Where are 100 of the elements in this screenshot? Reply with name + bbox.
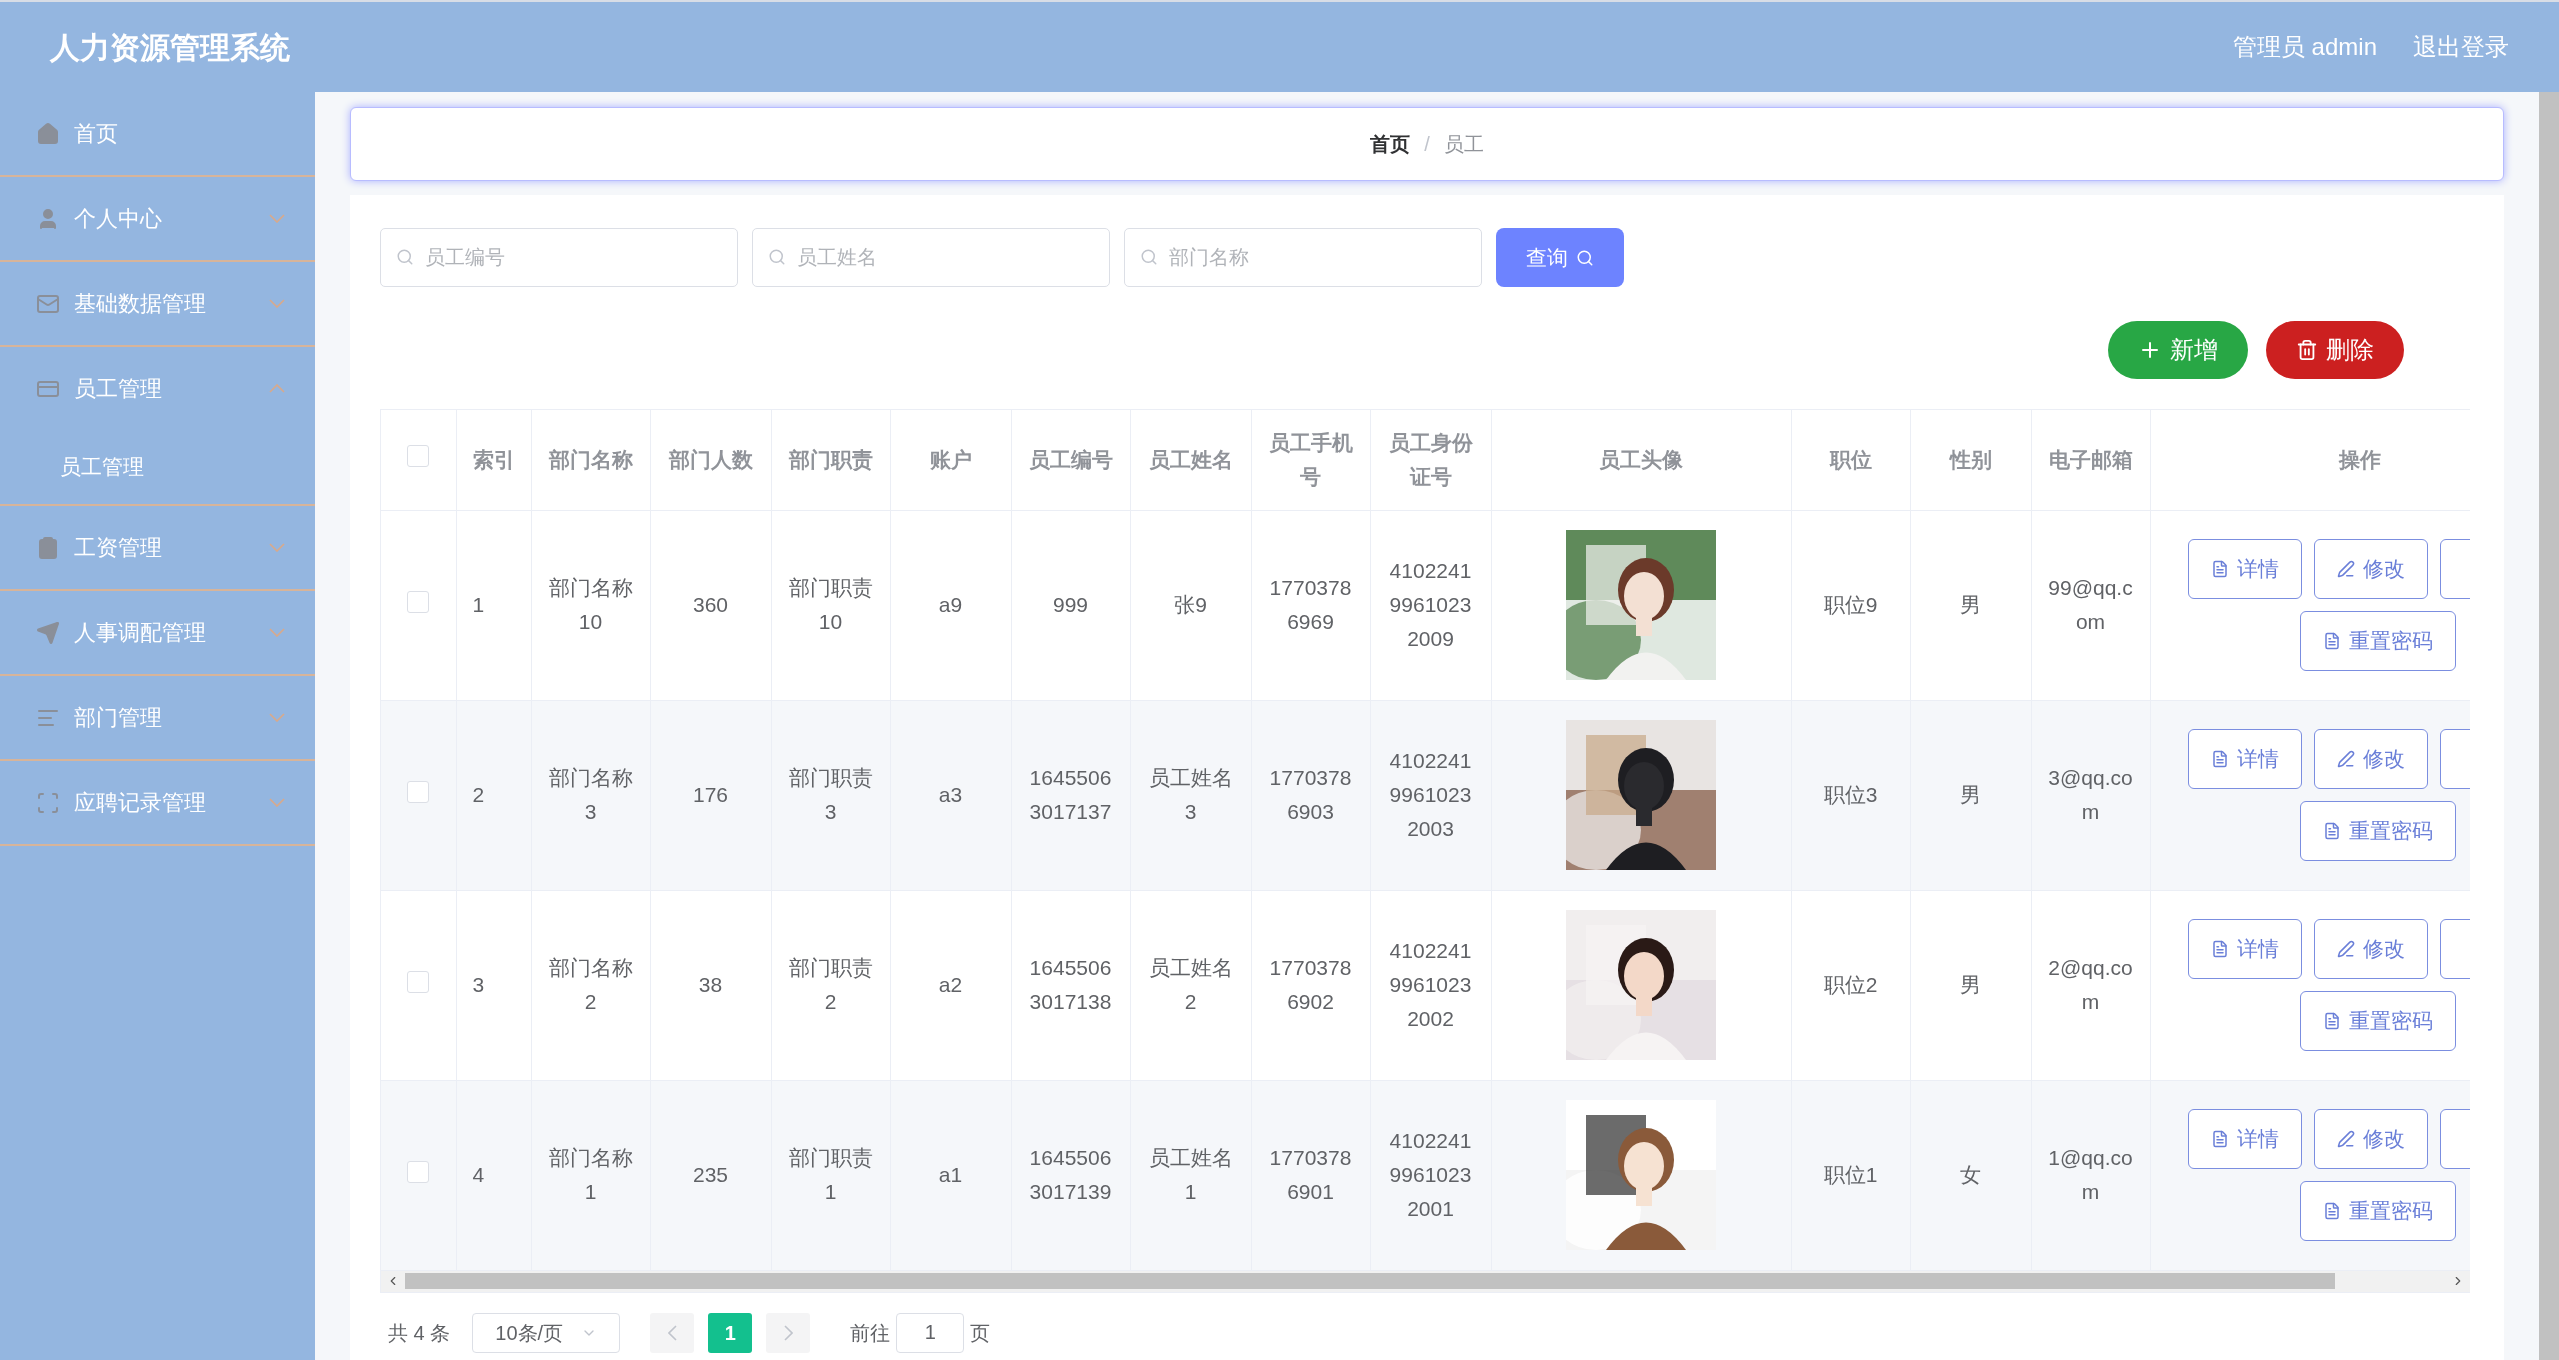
column-header: 账户 — [890, 410, 1011, 510]
table-cell: 999 — [1011, 510, 1130, 700]
action-button[interactable]: 重置密码 — [2299, 611, 2456, 671]
table-cell: a9 — [890, 510, 1011, 700]
pen-icon — [2336, 940, 2355, 958]
table-cell: a2 — [890, 890, 1011, 1080]
horizontal-scrollbar[interactable] — [381, 1270, 2470, 1293]
chevron-up-icon — [269, 384, 285, 393]
table-cell: 17703786903 — [1251, 700, 1370, 890]
action-button[interactable]: 详情 — [2187, 729, 2302, 789]
table-cell: 张9 — [1130, 510, 1251, 700]
table-cell: 2@qq.com — [2031, 890, 2150, 1080]
column-header: 员工手机号 — [1251, 410, 1370, 510]
column-header: 电子邮箱 — [2031, 410, 2150, 510]
action-button[interactable]: 修改 — [2313, 1109, 2428, 1169]
column-header: 员工身份证号 — [1370, 410, 1491, 510]
action-button[interactable]: 重置密码 — [2299, 801, 2456, 861]
menu-icon — [36, 790, 60, 815]
table-cell: 99@qq.com — [2031, 510, 2150, 700]
document-icon — [2210, 560, 2229, 578]
pen-icon — [2336, 1130, 2355, 1148]
query-button[interactable]: 查询 — [1496, 228, 1624, 287]
table-cell: 410224199610232002 — [1370, 890, 1491, 1080]
document-icon — [2210, 940, 2229, 958]
sidebar-item[interactable]: 应聘记录管理 — [0, 761, 315, 844]
search-icon — [1576, 248, 1594, 267]
sidebar-item[interactable]: 部门管理 — [0, 676, 315, 759]
action-button[interactable]: 修改 — [2313, 539, 2428, 599]
table-cell: 男 — [1910, 890, 2031, 1080]
sidebar-item[interactable]: 员工管理 — [0, 347, 315, 430]
breadcrumb-item[interactable]: 首页 — [1370, 129, 1411, 159]
sidebar-item[interactable]: 基础数据管理 — [0, 262, 315, 345]
table-cell: 男 — [1910, 510, 2031, 700]
submenu-item[interactable]: 员工管理 — [0, 430, 315, 504]
search-icon — [768, 248, 786, 266]
chevron-down-icon — [269, 628, 285, 637]
table-cell: 职位3 — [1791, 700, 1910, 890]
document-icon — [2322, 1012, 2341, 1030]
action-button[interactable]: 详情 — [2187, 919, 2302, 979]
prev-page-button[interactable] — [650, 1312, 695, 1353]
next-page-button[interactable] — [766, 1312, 811, 1353]
page-button[interactable]: 1 — [708, 1312, 753, 1353]
chevron-down-icon — [269, 798, 285, 807]
pen-icon — [2336, 750, 2355, 768]
action-button[interactable]: 详情 — [2187, 1109, 2302, 1169]
page-input[interactable]: 1 — [896, 1312, 965, 1353]
sidebar-item[interactable]: 人事调配管理 — [0, 591, 315, 674]
table-cell: 部门名称1 — [531, 1080, 650, 1270]
logout-link[interactable]: 退出登录 — [2413, 29, 2509, 65]
table-cell: 17703786969 — [1251, 510, 1370, 700]
column-header: 部门人数 — [650, 410, 771, 510]
table-cell: 部门名称2 — [531, 890, 650, 1080]
column-header: 员工头像 — [1491, 410, 1791, 510]
table-cell: 职位1 — [1791, 1080, 1910, 1270]
pen-icon — [2336, 560, 2355, 578]
action-button[interactable]: 修改 — [2313, 919, 2428, 979]
sidebar-item[interactable]: 个人中心 — [0, 177, 315, 260]
action-button[interactable]: 修改 — [2313, 729, 2428, 789]
table-cell: 176 — [650, 700, 771, 890]
chevron-left-icon — [667, 1324, 677, 1341]
column-header: 职位 — [1791, 410, 1910, 510]
search-field[interactable]: 员工编号 — [380, 228, 738, 287]
table-cell: 3@qq.com — [2031, 700, 2150, 890]
action-button[interactable]: 重置密码 — [2299, 991, 2456, 1051]
search-icon — [1140, 248, 1158, 266]
checkbox[interactable] — [407, 445, 430, 468]
search-field[interactable]: 员工姓名 — [752, 228, 1110, 287]
table-cell: 女 — [1910, 1080, 2031, 1270]
checkbox[interactable] — [407, 590, 430, 613]
vertical-scrollbar[interactable] — [2539, 92, 2559, 1360]
column-header: 索引 — [456, 410, 531, 510]
column-header: 员工编号 — [1011, 410, 1130, 510]
checkbox[interactable] — [407, 780, 430, 803]
checkbox[interactable] — [407, 1160, 430, 1183]
app-title: 人力资源管理系统 — [50, 29, 291, 66]
action-button[interactable]: 重置密码 — [2299, 1181, 2456, 1241]
page-size-select[interactable]: 10条/页 — [472, 1312, 621, 1353]
document-icon — [2210, 1130, 2229, 1148]
breadcrumb-item: 员工 — [1443, 132, 1484, 157]
breadcrumb-separator: / — [1424, 132, 1430, 157]
delete-button[interactable]: 删除 — [2266, 321, 2404, 379]
table-cell: 17703786902 — [1251, 890, 1370, 1080]
table-cell: 部门职责2 — [771, 890, 890, 1080]
sidebar-item[interactable]: 首页 — [0, 92, 315, 175]
search-field[interactable]: 部门名称 — [1124, 228, 1482, 287]
table-cell: 部门职责1 — [771, 1080, 890, 1270]
table-cell: a1 — [890, 1080, 1011, 1270]
add-button[interactable]: 新增 — [2108, 321, 2248, 379]
table-cell: 16455063017139 — [1011, 1080, 1130, 1270]
chevron-down-icon — [269, 543, 285, 552]
menu-icon — [36, 535, 60, 560]
chevron-down-icon — [269, 299, 285, 308]
action-button[interactable]: 详情 — [2187, 539, 2302, 599]
menu-icon — [36, 620, 60, 645]
checkbox[interactable] — [407, 970, 430, 993]
sidebar-item[interactable]: 工资管理 — [0, 506, 315, 589]
goto-label: 前往 — [850, 1320, 891, 1346]
document-icon — [2322, 822, 2341, 840]
column-header: 部门名称 — [531, 410, 650, 510]
table-cell: 部门名称3 — [531, 700, 650, 890]
